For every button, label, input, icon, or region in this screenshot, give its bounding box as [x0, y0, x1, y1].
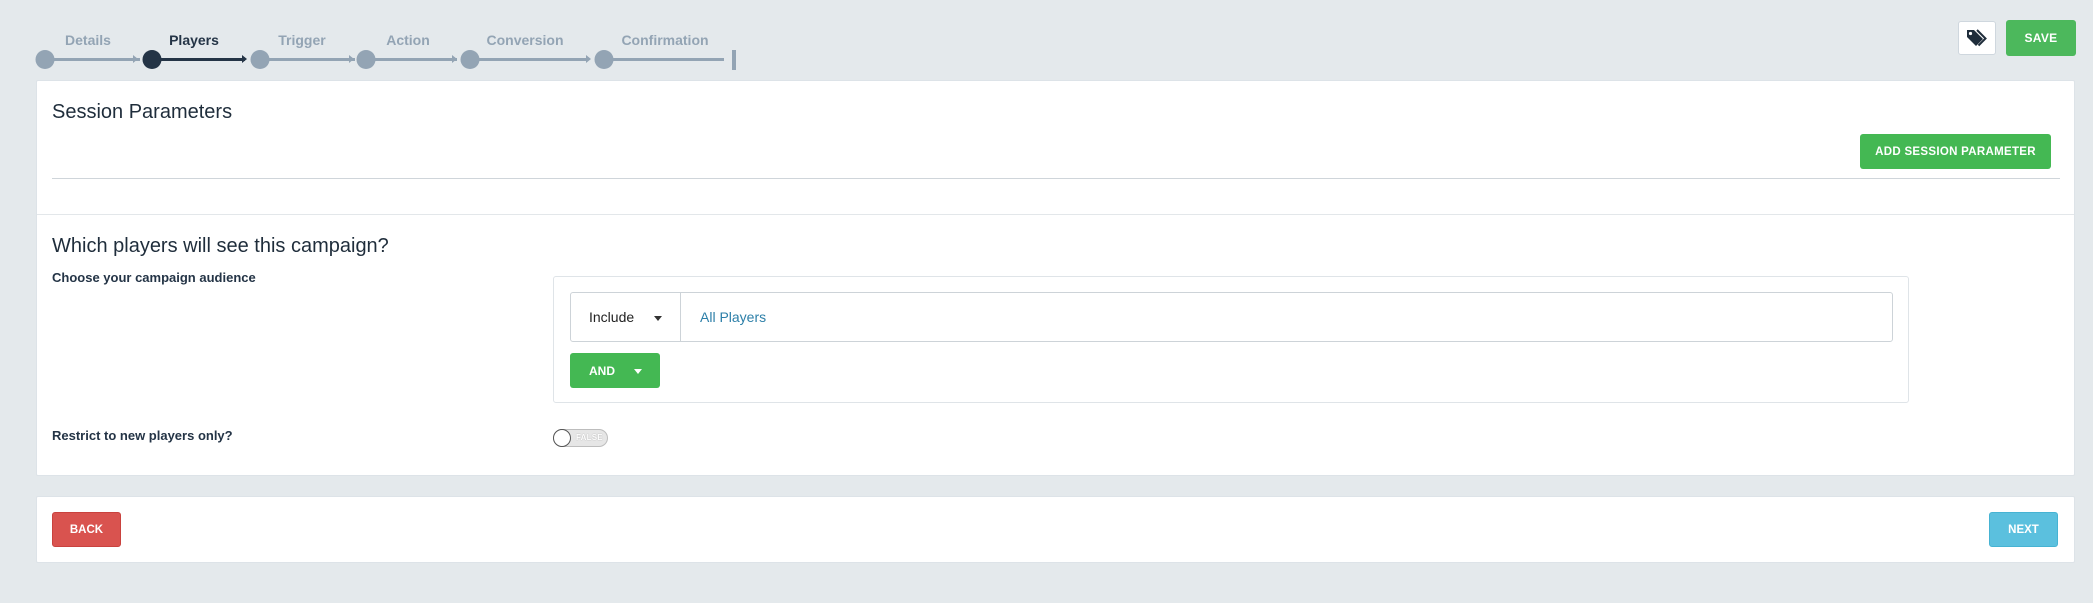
- tags-icon: [1967, 29, 1987, 47]
- step-players-label[interactable]: Players: [169, 32, 219, 48]
- segment-value: All Players: [700, 309, 767, 325]
- step-action-label[interactable]: Action: [386, 32, 430, 48]
- step-connector: [366, 58, 457, 61]
- audience-title: Which players will see this campaign?: [52, 235, 389, 257]
- next-button[interactable]: NEXT: [1989, 512, 2058, 547]
- step-arrow: [452, 55, 457, 63]
- campaign-audience-label: Choose your campaign audience: [52, 270, 256, 285]
- and-label: AND: [589, 363, 615, 378]
- include-select-value: Include: [589, 309, 635, 325]
- step-arrow: [133, 55, 138, 63]
- step-arrow: [586, 55, 591, 63]
- step-connector: [470, 58, 588, 61]
- wizard-navigation: BACK NEXT: [36, 496, 2075, 563]
- audience-builder: Include All Players AND: [553, 276, 1909, 403]
- step-conversion-dot[interactable]: [460, 50, 480, 69]
- toggle-knob: [553, 429, 571, 447]
- step-arrow: [349, 55, 354, 63]
- step-connector: [45, 58, 140, 61]
- step-trigger-dot[interactable]: [250, 50, 270, 69]
- step-connector-active: [152, 58, 245, 61]
- toggle-state-text: FALSE: [576, 433, 603, 442]
- segment-selector[interactable]: All Players: [681, 293, 1892, 341]
- step-trigger-label[interactable]: Trigger: [278, 32, 325, 48]
- include-select[interactable]: Include: [571, 293, 681, 341]
- and-dropdown-button[interactable]: AND: [570, 353, 660, 388]
- tags-button[interactable]: [1958, 21, 1996, 55]
- step-details-dot[interactable]: [35, 50, 55, 69]
- step-connector: [604, 58, 724, 61]
- campaign-wizard-steps: Details Players Trigger Action Conversio…: [35, 28, 740, 72]
- step-confirmation-dot[interactable]: [594, 50, 614, 69]
- chevron-down-icon: [654, 316, 662, 321]
- chevron-down-icon: [634, 369, 642, 374]
- step-arrow-active: [242, 55, 247, 63]
- save-button[interactable]: SAVE: [2006, 20, 2076, 56]
- step-details-label[interactable]: Details: [65, 32, 111, 48]
- step-connector: [260, 58, 355, 61]
- add-session-parameter-button[interactable]: ADD SESSION PARAMETER: [1860, 134, 2051, 169]
- restrict-new-players-label: Restrict to new players only?: [52, 428, 233, 443]
- session-parameters-title: Session Parameters: [52, 101, 233, 123]
- players-panel: Session Parameters ADD SESSION PARAMETER…: [36, 80, 2075, 476]
- section-divider: [37, 214, 2074, 215]
- step-end-marker: [732, 50, 736, 70]
- restrict-new-players-toggle[interactable]: FALSE: [553, 429, 608, 447]
- step-confirmation-label[interactable]: Confirmation: [621, 32, 708, 48]
- step-players-dot[interactable]: [142, 50, 162, 69]
- back-button[interactable]: BACK: [52, 512, 121, 547]
- divider: [52, 178, 2060, 179]
- audience-rule-row: Include All Players: [570, 292, 1893, 342]
- step-action-dot[interactable]: [356, 50, 376, 69]
- step-conversion-label[interactable]: Conversion: [486, 32, 563, 48]
